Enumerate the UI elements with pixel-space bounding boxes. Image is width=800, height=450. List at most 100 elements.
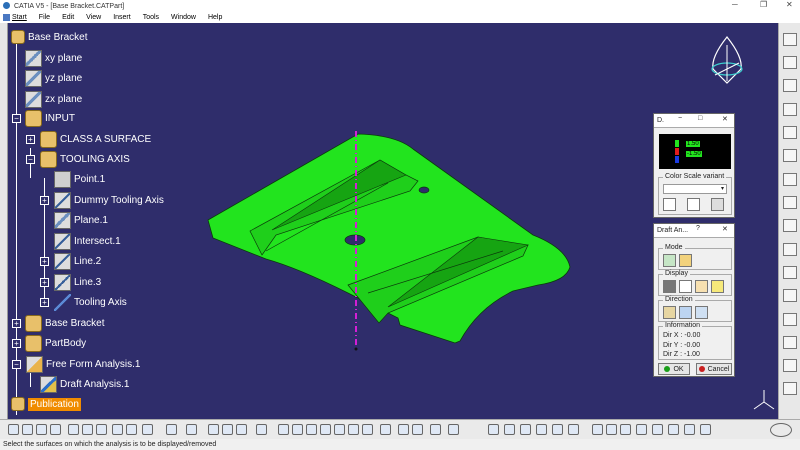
- menu-help[interactable]: Help: [208, 14, 222, 21]
- join-icon[interactable]: [783, 243, 797, 256]
- tree-node-tooling-axis[interactable]: Tooling Axis: [54, 293, 127, 311]
- draft-analysis-tool-icon[interactable]: [222, 424, 233, 435]
- iso-view-icon[interactable]: [362, 424, 373, 435]
- save-icon[interactable]: [36, 424, 47, 435]
- tree-node-input[interactable]: INPUT: [25, 109, 75, 127]
- tree-node-zx-plane[interactable]: zx plane: [25, 90, 82, 108]
- measure-icon[interactable]: [186, 424, 197, 435]
- tree-node-partbody[interactable]: PartBody: [25, 334, 86, 352]
- tree-node-line-3[interactable]: Line.3: [54, 273, 101, 291]
- loft-icon[interactable]: [783, 219, 797, 232]
- menu-insert[interactable]: Insert: [113, 14, 131, 21]
- full-mode-icon[interactable]: [679, 254, 692, 267]
- hide-show-icon[interactable]: [398, 424, 409, 435]
- tree-node-dummy-tooling-axis[interactable]: Dummy Tooling Axis: [54, 191, 164, 209]
- menu-start[interactable]: Start: [12, 14, 27, 21]
- paste-icon[interactable]: [96, 424, 107, 435]
- tree-node-line-2[interactable]: Line.2: [54, 252, 101, 270]
- tree-node-yz-plane[interactable]: yz plane: [25, 69, 82, 87]
- fly-mode-icon[interactable]: [256, 424, 267, 435]
- fill-icon[interactable]: [783, 196, 797, 209]
- fit-all-icon[interactable]: [278, 424, 289, 435]
- minimize-icon[interactable]: ─: [732, 0, 738, 9]
- compass-tool-icon[interactable]: [592, 424, 603, 435]
- properties-icon[interactable]: [448, 424, 459, 435]
- tree-collapse-toggle[interactable]: −: [26, 155, 35, 164]
- zoom-in-icon[interactable]: [320, 424, 331, 435]
- curvature-icon[interactable]: [236, 424, 247, 435]
- tree-expand-toggle[interactable]: +: [40, 298, 49, 307]
- tree-expand-toggle[interactable]: +: [40, 278, 49, 287]
- edit-pencil-icon[interactable]: [687, 198, 700, 211]
- redo-icon[interactable]: [126, 424, 137, 435]
- extrude-icon[interactable]: [783, 126, 797, 139]
- minimize-icon[interactable]: −: [678, 115, 682, 122]
- tree-node-tooling-axis-set[interactable]: TOOLING AXIS: [40, 150, 130, 168]
- projection-icon[interactable]: [684, 424, 695, 435]
- point-tool-icon[interactable]: [783, 56, 797, 69]
- trim-icon[interactable]: [783, 289, 797, 302]
- close-icon[interactable]: ✕: [722, 225, 728, 233]
- tree-node-intersect-1[interactable]: Intersect.1: [54, 232, 121, 250]
- layer-icon[interactable]: [430, 424, 441, 435]
- line-tool-icon[interactable]: [783, 79, 797, 92]
- relations-icon[interactable]: [536, 424, 547, 435]
- tree-node-base-bracket-body[interactable]: Base Bracket: [25, 314, 104, 332]
- symmetry-icon[interactable]: [783, 382, 797, 395]
- tree-collapse-toggle[interactable]: −: [12, 114, 21, 123]
- compass-direction-icon[interactable]: [663, 306, 676, 319]
- split-icon[interactable]: [783, 266, 797, 279]
- snap-icon[interactable]: [606, 424, 617, 435]
- tree-node-xy-plane[interactable]: xy plane: [25, 49, 82, 67]
- zoom-out-icon[interactable]: [334, 424, 345, 435]
- cut-icon[interactable]: [68, 424, 79, 435]
- variant-select[interactable]: ▾: [663, 184, 727, 194]
- menu-view[interactable]: View: [86, 14, 101, 21]
- tree-node-base-bracket[interactable]: Base Bracket: [11, 28, 87, 46]
- analysis-tool-icon[interactable]: [208, 424, 219, 435]
- rotate-icon[interactable]: [783, 359, 797, 372]
- knowledge-icon[interactable]: [520, 424, 531, 435]
- quick-mode-icon[interactable]: [663, 254, 676, 267]
- sweep-icon[interactable]: [783, 173, 797, 186]
- tree-expand-toggle[interactable]: +: [40, 196, 49, 205]
- open-icon[interactable]: [22, 424, 33, 435]
- tree-node-class-a-surface[interactable]: CLASS A SURFACE: [40, 130, 151, 148]
- tree-collapse-toggle[interactable]: −: [12, 360, 21, 369]
- swap-space-icon[interactable]: [412, 424, 423, 435]
- annotation-icon[interactable]: [652, 424, 663, 435]
- menu-window[interactable]: Window: [171, 14, 196, 21]
- dimension-icon[interactable]: [620, 424, 631, 435]
- intersection-icon[interactable]: [668, 424, 679, 435]
- ok-button[interactable]: OK: [658, 363, 690, 375]
- menu-tools[interactable]: Tools: [143, 14, 159, 21]
- shading-icon[interactable]: [380, 424, 391, 435]
- maximize-icon[interactable]: ❐: [760, 0, 767, 9]
- close-icon[interactable]: ✕: [722, 115, 728, 123]
- inspect-icon[interactable]: [695, 280, 708, 293]
- close-icon[interactable]: ✕: [786, 0, 793, 9]
- save-icon[interactable]: [711, 198, 724, 211]
- normal-view-icon[interactable]: [348, 424, 359, 435]
- pan-icon[interactable]: [292, 424, 303, 435]
- copy-icon[interactable]: [82, 424, 93, 435]
- translate-icon[interactable]: [783, 336, 797, 349]
- tree-expand-toggle[interactable]: +: [12, 339, 21, 348]
- tree-expand-toggle[interactable]: +: [12, 319, 21, 328]
- tree-node-publication[interactable]: Publication: [11, 395, 81, 413]
- publish-icon[interactable]: [636, 424, 647, 435]
- whats-this-icon[interactable]: [142, 424, 153, 435]
- maximize-icon[interactable]: □: [698, 115, 702, 122]
- tree-node-plane-1[interactable]: Plane.1: [54, 211, 108, 229]
- lock-direction-icon[interactable]: [695, 306, 708, 319]
- formula-icon[interactable]: [166, 424, 177, 435]
- sketcher-icon[interactable]: [783, 33, 797, 46]
- cancel-button[interactable]: Cancel: [696, 363, 732, 375]
- undo-icon[interactable]: [112, 424, 123, 435]
- tree-expand-toggle[interactable]: +: [26, 135, 35, 144]
- reorder-icon[interactable]: [552, 424, 563, 435]
- parameters-icon[interactable]: [504, 424, 515, 435]
- tree-node-free-form-analysis[interactable]: Free Form Analysis.1: [26, 355, 140, 373]
- tree-expand-toggle[interactable]: +: [40, 257, 49, 266]
- compass-icon[interactable]: [705, 35, 749, 87]
